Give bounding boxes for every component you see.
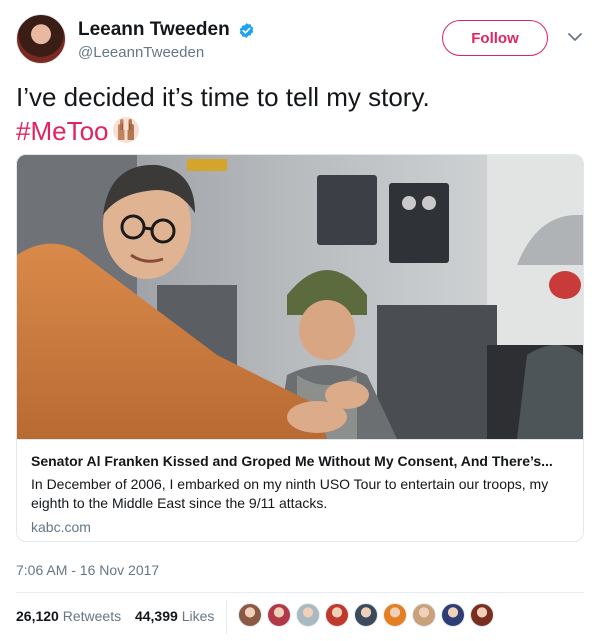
likers-avatars <box>238 603 499 629</box>
verified-badge-icon <box>239 22 254 38</box>
liker-avatar[interactable] <box>267 603 291 627</box>
liker-avatar[interactable] <box>383 603 407 627</box>
tweet-text: I’ve decided it’s time to tell my story.… <box>16 80 584 148</box>
liker-avatar[interactable] <box>470 603 494 627</box>
link-preview-card[interactable]: Senator Al Franken Kissed and Groped Me … <box>16 154 584 542</box>
likes-count: 44,399 <box>134 608 178 624</box>
card-body: Senator Al Franken Kissed and Groped Me … <box>17 439 583 541</box>
user-avatar[interactable] <box>16 14 66 64</box>
tweet-timestamp[interactable]: 7:06 AM - 16 Nov 2017 <box>16 562 159 578</box>
retweets-stat[interactable]: 26,120 Retweets <box>16 608 121 624</box>
liker-avatar[interactable] <box>296 603 320 627</box>
user-handle[interactable]: @LeeannTweeden <box>78 44 204 61</box>
tweet-stats: 26,120 Retweets 44,399 Likes <box>16 608 224 624</box>
retweets-count: 26,120 <box>16 608 59 624</box>
follow-button[interactable]: Follow <box>442 20 548 56</box>
chevron-down-icon[interactable] <box>566 28 584 46</box>
liker-avatar[interactable] <box>412 603 436 627</box>
user-name-wrap: Leeann Tweeden <box>78 19 255 41</box>
liker-avatar[interactable] <box>238 603 262 627</box>
tweet-hashtag-line: #MeToo <box>16 114 584 148</box>
liker-avatar[interactable] <box>325 603 349 627</box>
card-domain: kabc.com <box>31 519 91 535</box>
liker-avatar[interactable] <box>354 603 378 627</box>
card-description: In December of 2006, I embarked on my ni… <box>31 476 549 511</box>
retweets-label: Retweets <box>62 608 122 624</box>
liker-avatar[interactable] <box>441 603 465 627</box>
tweet-text-line: I’ve decided it’s time to tell my story. <box>16 82 430 112</box>
likes-stat[interactable]: 44,399 Likes <box>135 608 214 624</box>
stats-separator <box>226 600 227 634</box>
tweet-header: Leeann Tweeden @LeeannTweeden Follow <box>16 14 584 66</box>
raised-hands-emoji-icon <box>112 117 139 143</box>
display-name[interactable]: Leeann Tweeden <box>78 19 230 41</box>
divider <box>16 592 584 593</box>
likes-label: Likes <box>181 608 215 624</box>
hashtag-link[interactable]: #MeToo <box>16 116 109 146</box>
card-title[interactable]: Senator Al Franken Kissed and Groped Me … <box>31 452 569 470</box>
card-image[interactable] <box>17 155 583 439</box>
